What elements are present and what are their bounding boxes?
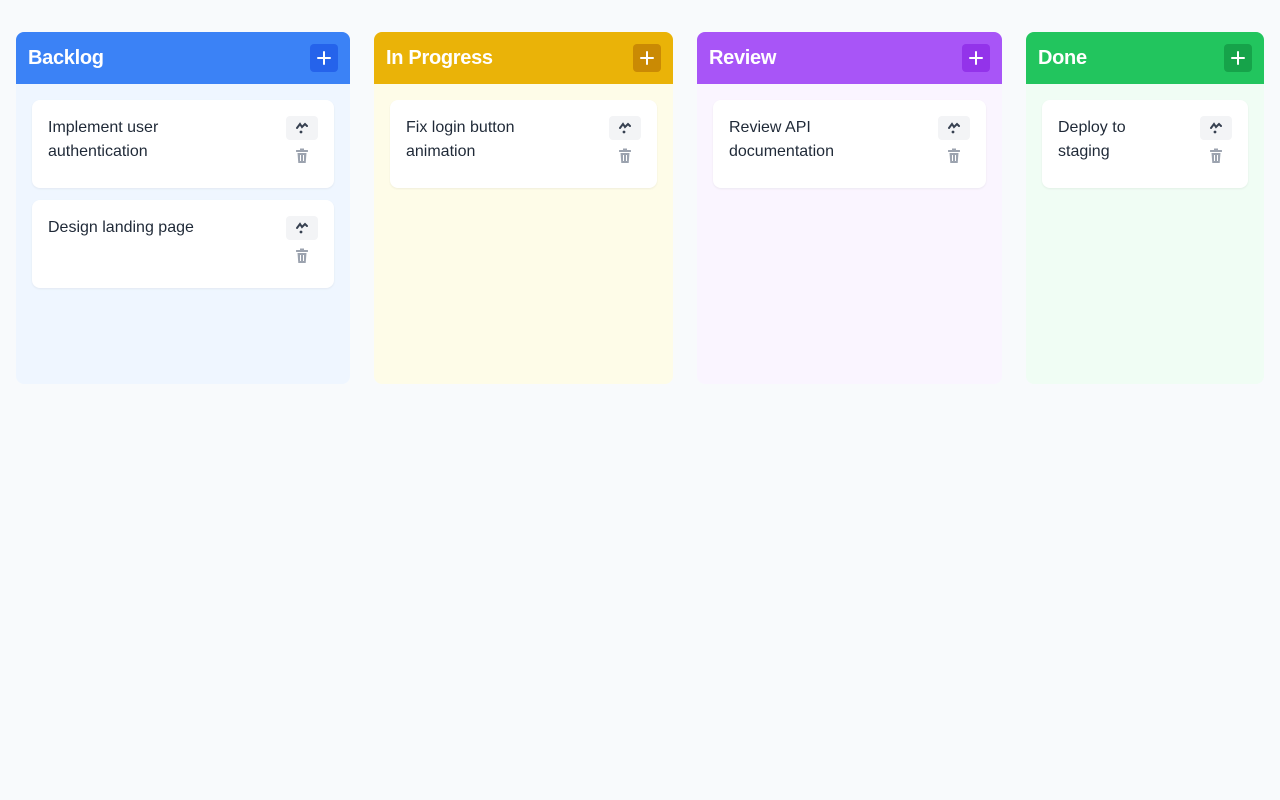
- plus-icon: [969, 51, 983, 65]
- task-card-text: Deploy to staging: [1058, 119, 1126, 160]
- task-card-text: Implement user authentication: [48, 119, 159, 160]
- drag-handle-button[interactable]: [1200, 116, 1232, 140]
- delete-card-button[interactable]: [292, 246, 312, 266]
- add-card-button[interactable]: [310, 44, 338, 72]
- plus-icon: [1231, 51, 1245, 65]
- trash-icon: [619, 148, 631, 163]
- plus-icon: [640, 51, 654, 65]
- drag-handle-icon: [619, 122, 631, 134]
- task-card-text: Fix login button animation: [406, 119, 515, 160]
- add-card-button[interactable]: [962, 44, 990, 72]
- column-in-progress: In Progress Fix login button animation: [374, 32, 673, 384]
- add-card-button[interactable]: [1224, 44, 1252, 72]
- column-title: Backlog: [28, 46, 104, 69]
- drag-handle-button[interactable]: [609, 116, 641, 140]
- task-card[interactable]: Fix login button animation: [390, 100, 657, 188]
- column-body: Deploy to staging: [1026, 84, 1264, 216]
- column-done: Done Deploy to staging: [1026, 32, 1264, 384]
- plus-icon: [317, 51, 331, 65]
- trash-icon: [296, 148, 308, 163]
- task-card-text: Design landing page: [48, 219, 194, 236]
- delete-card-button[interactable]: [615, 146, 635, 166]
- column-title: Done: [1038, 46, 1087, 69]
- delete-card-button[interactable]: [1206, 146, 1226, 166]
- trash-icon: [948, 148, 960, 163]
- task-card[interactable]: Design landing page: [32, 200, 334, 288]
- drag-handle-button[interactable]: [286, 116, 318, 140]
- column-header: In Progress: [374, 32, 673, 84]
- task-card[interactable]: Deploy to staging: [1042, 100, 1248, 188]
- add-card-button[interactable]: [633, 44, 661, 72]
- delete-card-button[interactable]: [944, 146, 964, 166]
- drag-handle-icon: [948, 122, 960, 134]
- delete-card-button[interactable]: [292, 146, 312, 166]
- task-card[interactable]: Implement user authentication: [32, 100, 334, 188]
- column-header: Done: [1026, 32, 1264, 84]
- kanban-board: Backlog Implement user authentication De…: [0, 0, 1280, 800]
- column-body: Review API documentation: [697, 84, 1002, 216]
- column-header: Backlog: [16, 32, 350, 84]
- drag-handle-icon: [1210, 122, 1222, 134]
- column-title: Review: [709, 46, 777, 69]
- drag-handle-icon: [296, 222, 308, 234]
- drag-handle-button[interactable]: [286, 216, 318, 240]
- column-review: Review Review API documentation: [697, 32, 1002, 384]
- drag-handle-icon: [296, 122, 308, 134]
- column-header: Review: [697, 32, 1002, 84]
- task-card-text: Review API documentation: [729, 119, 834, 160]
- column-backlog: Backlog Implement user authentication De…: [16, 32, 350, 384]
- task-card[interactable]: Review API documentation: [713, 100, 986, 188]
- trash-icon: [296, 248, 308, 263]
- drag-handle-button[interactable]: [938, 116, 970, 140]
- column-title: In Progress: [386, 46, 493, 69]
- column-body: Implement user authentication Design lan…: [16, 84, 350, 316]
- column-body: Fix login button animation: [374, 84, 673, 216]
- trash-icon: [1210, 148, 1222, 163]
